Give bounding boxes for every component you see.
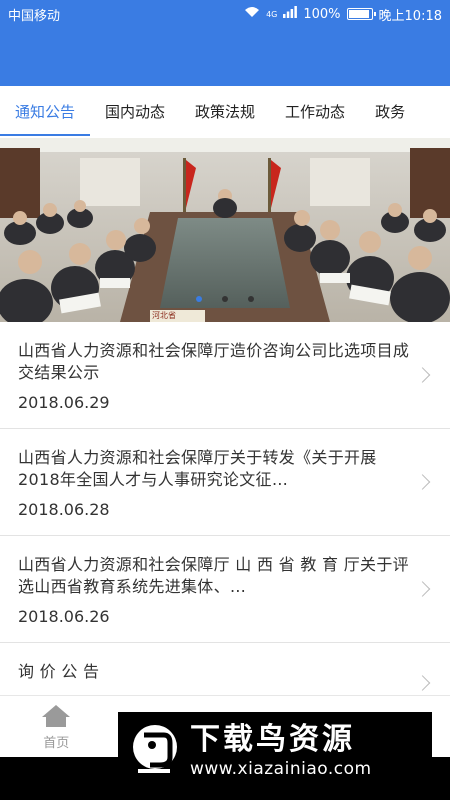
wifi-icon (244, 6, 260, 22)
carousel-dot[interactable] (248, 296, 254, 302)
nav-home-label: 首页 (43, 735, 70, 751)
tab-4[interactable]: 政务 (360, 86, 420, 138)
news-item[interactable]: 山西省人力资源和社会保障厅造价咨询公司比选项目成交结果公示 2018.06.29 (0, 322, 450, 429)
home-icon (41, 703, 71, 729)
banner-carousel[interactable]: 河北省 (0, 138, 450, 322)
carousel-dot[interactable] (196, 296, 202, 302)
clock: 晚上10:18 (378, 8, 442, 24)
tab-3[interactable]: 工作动态 (270, 86, 360, 138)
watermark-title: 下载鸟资源 (190, 722, 355, 757)
watermark-text: 下载鸟资源 www.xiazainiao.com (190, 722, 372, 780)
network-label: 4G (266, 9, 278, 19)
news-item[interactable]: 山西省人力资源和社会保障厅 山 西 省 教 育 厅关于评选山西省教育系统先进集体… (0, 536, 450, 643)
signal-icon (283, 6, 298, 22)
tab-2[interactable]: 政策法规 (180, 86, 270, 138)
news-title: 山西省人力资源和社会保障厅造价咨询公司比选项目成交结果公示 (18, 341, 410, 382)
news-title: 山西省人力资源和社会保障厅关于转发《关于开展2018年全国人才与人事研究论文征… (18, 448, 377, 489)
battery-icon (346, 8, 376, 20)
news-title: 询 价 公 告 (18, 662, 100, 681)
status-right: 4G 100% 晚上10:18 (244, 5, 442, 24)
chevron-right-icon (414, 581, 431, 597)
chevron-right-icon (414, 675, 431, 691)
banner-image (0, 138, 450, 322)
nav-home[interactable]: 首页 (0, 696, 113, 757)
chevron-right-icon (414, 474, 431, 490)
category-tabs: 通知公告 国内动态 政策法规 工作动态 政务 (0, 86, 450, 138)
news-date: 2018.06.29 (18, 393, 110, 412)
status-bar: 中国移动 4G 100% 晚上10:18 (0, 0, 450, 28)
tab-0[interactable]: 通知公告 (0, 86, 91, 138)
app-screen: 中国移动 4G 100% 晚上10:18 通知公告 国内动态 政策法规 工作动态 政务 (0, 0, 450, 800)
news-list: 山西省人力资源和社会保障厅造价咨询公司比选项目成交结果公示 2018.06.29 山… (0, 322, 450, 723)
carousel-dot[interactable] (222, 296, 228, 302)
app-header (0, 28, 450, 86)
carrier-name: 中国移动 (8, 8, 61, 24)
news-date: 2018.06.28 (18, 500, 110, 519)
nameplate-text: 河北省 (152, 311, 176, 320)
news-date: 2018.06.26 (18, 607, 110, 626)
tab-1[interactable]: 国内动态 (90, 86, 180, 138)
chevron-right-icon (414, 367, 431, 383)
news-item[interactable]: 山西省人力资源和社会保障厅关于转发《关于开展2018年全国人才与人事研究论文征…… (0, 429, 450, 536)
watermark-banner: 下载鸟资源 www.xiazainiao.com (118, 712, 432, 790)
battery-percent: 100% (303, 6, 341, 22)
news-title: 山西省人力资源和社会保障厅 山 西 省 教 育 厅关于评选山西省教育系统先进集体… (18, 555, 409, 596)
watermark-url: www.xiazainiao.com (190, 759, 372, 779)
carousel-indicators (0, 296, 450, 302)
bird-logo-icon (130, 721, 180, 781)
